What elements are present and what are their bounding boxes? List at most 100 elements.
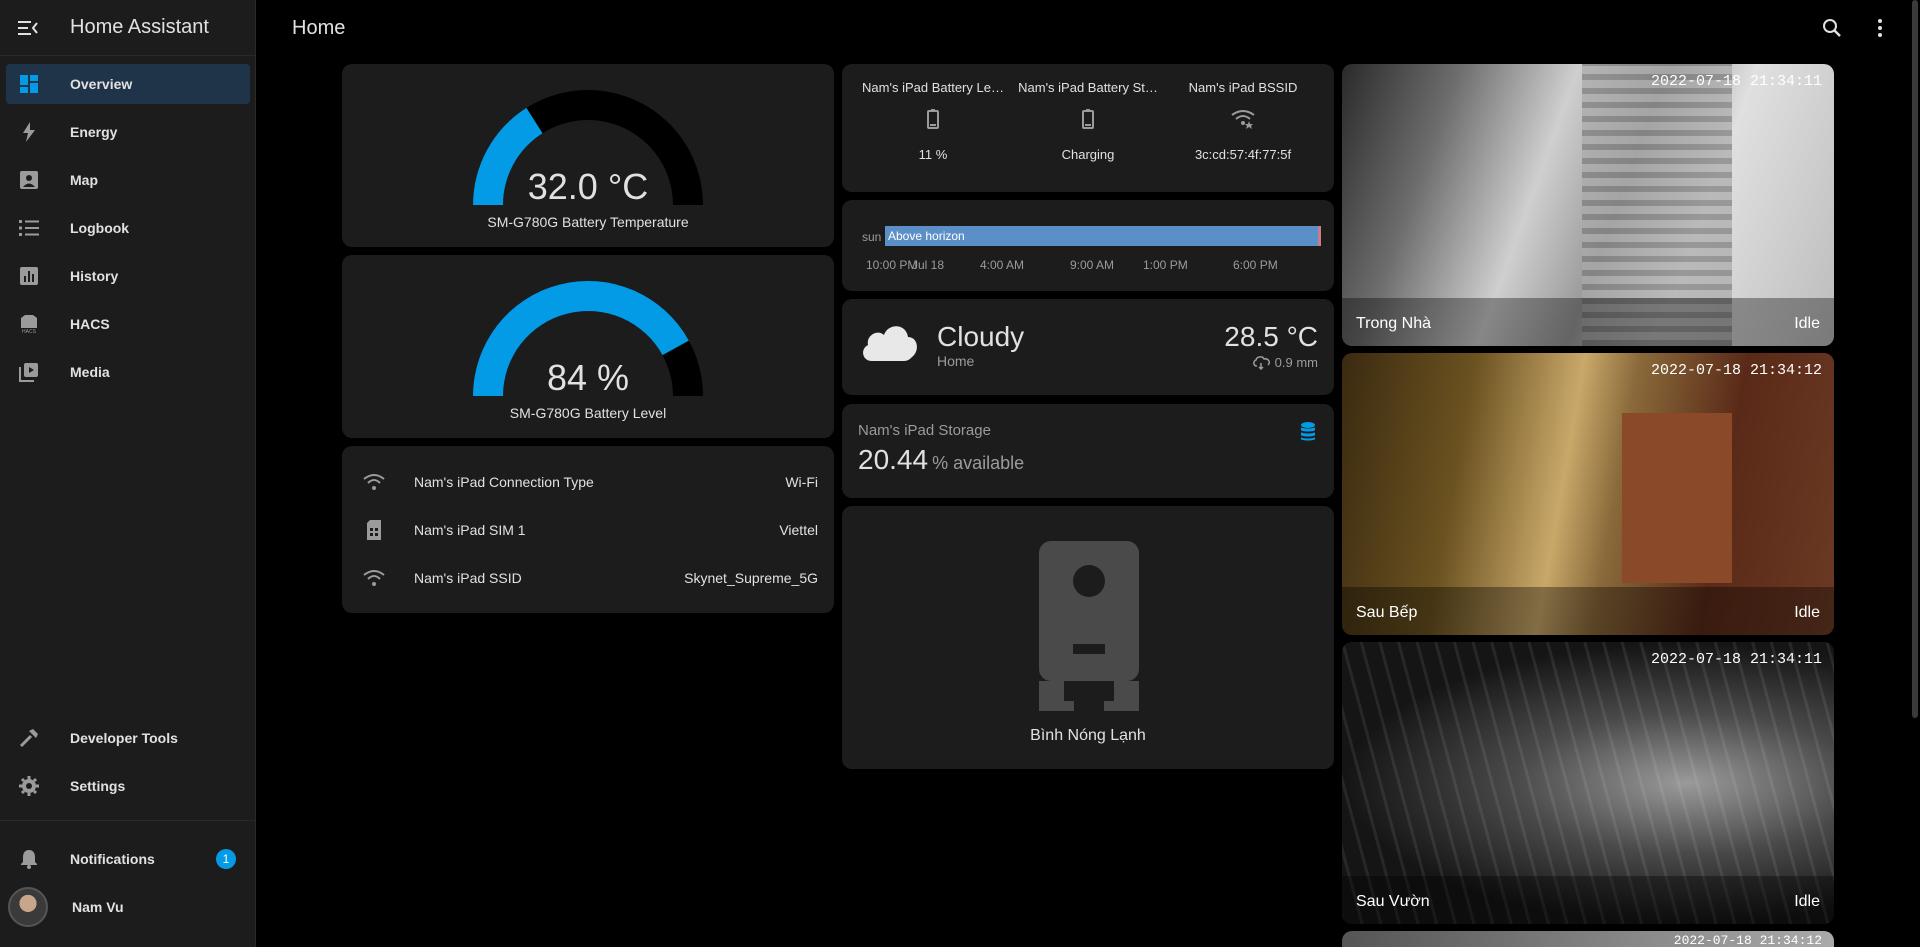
sidebar-item-hacs[interactable]: HACS HACS <box>6 304 250 344</box>
timeline-state: Above horizon <box>888 229 965 243</box>
format-list-bulleted-icon <box>17 216 41 240</box>
sidebar-item-settings[interactable]: Settings <box>6 766 250 806</box>
entity-value: Wi-Fi <box>785 474 818 490</box>
glance-name: Nam's iPad Battery Le… <box>862 80 1004 95</box>
sidebar-item-overview[interactable]: Overview <box>6 64 250 104</box>
app-title: Home Assistant <box>70 16 209 38</box>
gauge-value: 32.0 °C <box>527 166 649 207</box>
sidebar-item-label: Energy <box>70 124 118 140</box>
timeline-tick: 1:00 PM <box>1143 258 1188 272</box>
entity-name: Nam's iPad SSID <box>414 570 522 586</box>
camera-state: Idle <box>1794 604 1820 621</box>
sidebar-header: Home Assistant <box>0 0 255 56</box>
entity-value: Skynet_Supreme_5G <box>684 570 818 586</box>
user-name: Nam Vu <box>72 899 124 915</box>
gauge-card-battery-temperature[interactable]: 32.0 °C SM-G780G Battery Temperature <box>342 64 834 247</box>
camera-timestamp: 2022-07-18 21:34:11 <box>1650 651 1822 668</box>
glance-value: Charging <box>1061 147 1115 162</box>
glance-value: 3c:cd:57:4f:77:5f <box>1194 147 1292 162</box>
map-account-icon <box>17 168 41 192</box>
entity-name: Nam's iPad Connection Type <box>414 474 594 490</box>
sidebar-item-history[interactable]: History <box>6 256 250 296</box>
glance-card: Nam's iPad Battery Le… 11 % Nam's iPad B… <box>842 64 1334 192</box>
gauge-value: 84 % <box>546 357 630 398</box>
weather-precipitation: 0.9 mm <box>1252 355 1318 370</box>
sensor-value-row: 20.44% available <box>858 444 1024 476</box>
entity-row-ssid[interactable]: Nam's iPad SSID Skynet_Supreme_5G <box>362 558 818 598</box>
sidebar-item-label: HACS <box>70 316 110 332</box>
chart-box-icon <box>17 264 41 288</box>
sidebar-item-map[interactable]: Map <box>6 160 250 200</box>
sensor-unit: % available <box>932 453 1025 473</box>
camera-name: Trong Nhà <box>1356 315 1431 332</box>
entity-value: Viettel <box>779 522 818 538</box>
hacs-icon: HACS <box>17 312 41 336</box>
glance-name: Nam's iPad BSSID <box>1188 80 1298 95</box>
lightning-bolt-icon <box>17 120 41 144</box>
page-scrollbar[interactable] <box>1912 0 1918 718</box>
cloud-icon <box>863 326 917 361</box>
sidebar-item-energy[interactable]: Energy <box>6 112 250 152</box>
timeline-entity-label: sun <box>862 230 882 244</box>
weather-card[interactable]: Cloudy Home 28.5 °C 0.9 mm <box>842 299 1334 395</box>
entity-row-connection-type[interactable]: Nam's iPad Connection Type Wi-Fi <box>362 462 818 502</box>
camera-state: Idle <box>1794 315 1820 332</box>
timeline-tick: 4:00 AM <box>980 258 1025 272</box>
history-graph-card[interactable]: sun Above horizon 10:00 PM Jul 18 4:00 A… <box>842 200 1334 291</box>
sim-icon <box>362 518 386 542</box>
timeline-tick: 9:00 AM <box>1070 258 1115 272</box>
sidebar-item-label: Media <box>70 364 110 380</box>
camera-timestamp: 2022-07-18 21:34:12 <box>1650 362 1822 379</box>
wifi-icon <box>362 566 386 590</box>
menu-toggle-icon[interactable] <box>16 16 40 40</box>
more-vertical-icon[interactable] <box>1868 16 1892 40</box>
sensor-value: 20.44 <box>858 444 929 475</box>
sidebar-item-logbook[interactable]: Logbook <box>6 208 250 248</box>
camera-name: Sau Vườn <box>1356 893 1430 910</box>
gauge-name: SM-G780G Battery Level <box>509 405 667 421</box>
weather-location: Home <box>937 353 975 369</box>
timeline-tick: Jul 18 <box>912 258 945 272</box>
gauge-card-battery-level[interactable]: 84 % SM-G780G Battery Level <box>342 255 834 438</box>
hammer-icon <box>17 726 41 750</box>
sidebar-item-media[interactable]: Media <box>6 352 250 392</box>
page-title: Home <box>292 16 346 39</box>
camera-card-sau-bep[interactable]: 2022-07-18 21:34:12 Sau Bếp Idle <box>1342 353 1834 635</box>
timeline-tick: 10:00 PM <box>866 258 918 272</box>
weather-state: Cloudy <box>937 321 1025 352</box>
notification-count-badge: 1 <box>216 849 236 869</box>
camera-timestamp: 2022-07-18 21:34:12 <box>1673 933 1822 947</box>
sidebar-item-developer-tools[interactable]: Developer Tools <box>6 718 250 758</box>
timeline-bar[interactable]: Above horizon <box>885 226 1321 246</box>
sidebar: Home Assistant Overview Energy Map Logbo… <box>0 0 256 947</box>
glance-item-bssid[interactable]: Nam's iPad BSSID 3c:cd:57:4f:77:5f <box>1168 80 1318 162</box>
glance-name: Nam's iPad Battery St… <box>1018 80 1158 95</box>
sidebar-item-label: Overview <box>70 76 133 92</box>
avatar <box>8 887 48 927</box>
entities-card: Nam's iPad Connection Type Wi-Fi Nam's i… <box>342 446 834 613</box>
entity-name: Nam's iPad SIM 1 <box>414 522 526 538</box>
sidebar-item-label: Settings <box>70 778 126 794</box>
camera-card-sau-vuon[interactable]: 2022-07-18 21:34:11 Sau Vườn Idle <box>1342 642 1834 924</box>
gauge-name: SM-G780G Battery Temperature <box>487 214 689 230</box>
wifi-icon <box>362 470 386 494</box>
sensor-card-storage[interactable]: Nam's iPad Storage 20.44% available <box>842 404 1334 498</box>
entity-row-sim[interactable]: Nam's iPad SIM 1 Viettel <box>362 510 818 550</box>
camera-card-partial[interactable]: 2022-07-18 21:34:12 <box>1342 931 1834 947</box>
battery-icon <box>1013 109 1163 133</box>
database-icon <box>1301 422 1315 441</box>
picture-entity-name: Bình Nóng Lạnh <box>1030 727 1146 744</box>
glance-item-battery-level[interactable]: Nam's iPad Battery Le… 11 % <box>858 80 1008 162</box>
camera-card-trong-nha[interactable]: 2022-07-18 21:34:11 Trong Nhà Idle <box>1342 64 1834 346</box>
sensor-name: Nam's iPad Storage <box>858 422 991 439</box>
wifi-star-icon <box>1168 109 1318 133</box>
search-icon[interactable] <box>1820 16 1844 40</box>
svg-text:HACS: HACS <box>22 329 37 334</box>
sidebar-item-label: Map <box>70 172 98 188</box>
glance-item-battery-state[interactable]: Nam's iPad Battery St… Charging <box>1013 80 1163 162</box>
sidebar-item-notifications[interactable]: Notifications 1 <box>6 839 250 879</box>
top-bar: Home <box>256 0 1920 56</box>
sidebar-item-user[interactable]: Nam Vu <box>6 887 250 927</box>
picture-entity-card[interactable]: Bình Nóng Lạnh <box>842 506 1334 769</box>
view-dashboard-icon <box>17 72 41 96</box>
